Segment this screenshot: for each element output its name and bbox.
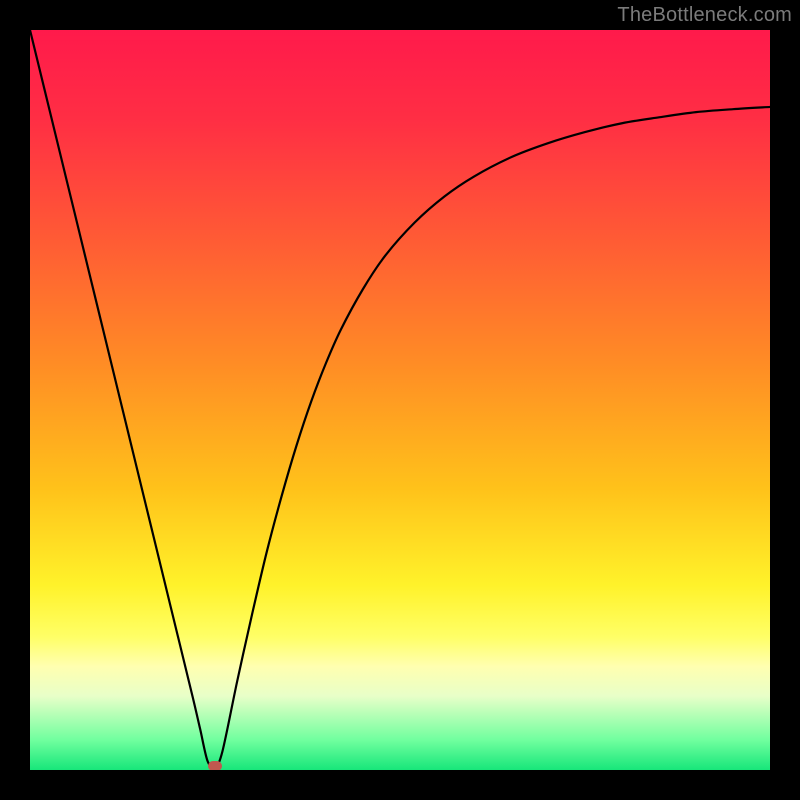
bottleneck-curve: [30, 30, 770, 770]
chart-frame: TheBottleneck.com: [0, 0, 800, 800]
plot-area: [30, 30, 770, 770]
optimal-point-marker: [208, 761, 222, 770]
watermark-text: TheBottleneck.com: [617, 4, 792, 27]
